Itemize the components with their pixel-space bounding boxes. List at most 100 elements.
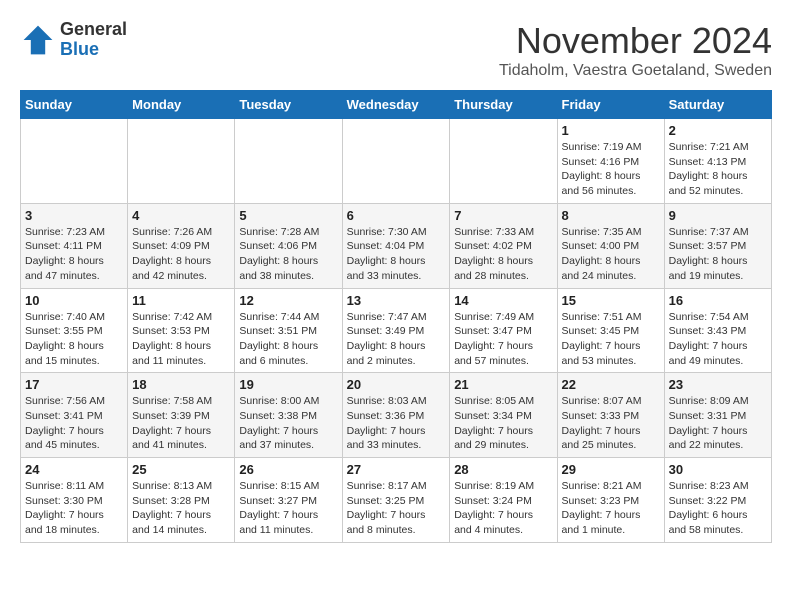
table-row: 13 Sunrise: 7:47 AMSunset: 3:49 PMDaylig… bbox=[342, 288, 450, 373]
header-monday: Monday bbox=[128, 91, 235, 119]
header-friday: Friday bbox=[557, 91, 664, 119]
day-info: Sunrise: 7:51 AMSunset: 3:45 PMDaylight:… bbox=[562, 310, 660, 369]
location-title: Tidaholm, Vaestra Goetaland, Sweden bbox=[499, 62, 772, 80]
table-row bbox=[21, 119, 128, 204]
header-sunday: Sunday bbox=[21, 91, 128, 119]
day-number: 15 bbox=[562, 293, 660, 308]
day-number: 20 bbox=[347, 377, 446, 392]
title-section: November 2024 Tidaholm, Vaestra Goetalan… bbox=[499, 20, 772, 80]
header-wednesday: Wednesday bbox=[342, 91, 450, 119]
day-number: 29 bbox=[562, 462, 660, 477]
logo-text: General Blue bbox=[60, 20, 127, 60]
day-number: 11 bbox=[132, 293, 230, 308]
day-number: 4 bbox=[132, 208, 230, 223]
table-row: 9 Sunrise: 7:37 AMSunset: 3:57 PMDayligh… bbox=[664, 203, 771, 288]
day-info: Sunrise: 7:33 AMSunset: 4:02 PMDaylight:… bbox=[454, 225, 552, 284]
day-info: Sunrise: 7:40 AMSunset: 3:55 PMDaylight:… bbox=[25, 310, 123, 369]
table-row: 28 Sunrise: 8:19 AMSunset: 3:24 PMDaylig… bbox=[450, 458, 557, 543]
table-row: 7 Sunrise: 7:33 AMSunset: 4:02 PMDayligh… bbox=[450, 203, 557, 288]
day-info: Sunrise: 8:13 AMSunset: 3:28 PMDaylight:… bbox=[132, 479, 230, 538]
table-row: 24 Sunrise: 8:11 AMSunset: 3:30 PMDaylig… bbox=[21, 458, 128, 543]
day-number: 22 bbox=[562, 377, 660, 392]
day-number: 1 bbox=[562, 123, 660, 138]
logo-general: General bbox=[60, 20, 127, 40]
logo-blue: Blue bbox=[60, 40, 127, 60]
day-info: Sunrise: 7:19 AMSunset: 4:16 PMDaylight:… bbox=[562, 140, 660, 199]
day-number: 7 bbox=[454, 208, 552, 223]
day-info: Sunrise: 8:07 AMSunset: 3:33 PMDaylight:… bbox=[562, 394, 660, 453]
day-info: Sunrise: 7:26 AMSunset: 4:09 PMDaylight:… bbox=[132, 225, 230, 284]
table-row bbox=[235, 119, 342, 204]
day-info: Sunrise: 7:23 AMSunset: 4:11 PMDaylight:… bbox=[25, 225, 123, 284]
day-info: Sunrise: 8:15 AMSunset: 3:27 PMDaylight:… bbox=[239, 479, 337, 538]
day-info: Sunrise: 7:42 AMSunset: 3:53 PMDaylight:… bbox=[132, 310, 230, 369]
table-row: 10 Sunrise: 7:40 AMSunset: 3:55 PMDaylig… bbox=[21, 288, 128, 373]
table-row: 17 Sunrise: 7:56 AMSunset: 3:41 PMDaylig… bbox=[21, 373, 128, 458]
week-row-4: 17 Sunrise: 7:56 AMSunset: 3:41 PMDaylig… bbox=[21, 373, 772, 458]
day-number: 19 bbox=[239, 377, 337, 392]
table-row: 19 Sunrise: 8:00 AMSunset: 3:38 PMDaylig… bbox=[235, 373, 342, 458]
table-row: 23 Sunrise: 8:09 AMSunset: 3:31 PMDaylig… bbox=[664, 373, 771, 458]
table-row: 18 Sunrise: 7:58 AMSunset: 3:39 PMDaylig… bbox=[128, 373, 235, 458]
day-info: Sunrise: 8:05 AMSunset: 3:34 PMDaylight:… bbox=[454, 394, 552, 453]
day-number: 6 bbox=[347, 208, 446, 223]
table-row: 29 Sunrise: 8:21 AMSunset: 3:23 PMDaylig… bbox=[557, 458, 664, 543]
header-tuesday: Tuesday bbox=[235, 91, 342, 119]
day-info: Sunrise: 7:30 AMSunset: 4:04 PMDaylight:… bbox=[347, 225, 446, 284]
day-number: 14 bbox=[454, 293, 552, 308]
table-row: 3 Sunrise: 7:23 AMSunset: 4:11 PMDayligh… bbox=[21, 203, 128, 288]
calendar-table: Sunday Monday Tuesday Wednesday Thursday… bbox=[20, 90, 772, 543]
table-row: 20 Sunrise: 8:03 AMSunset: 3:36 PMDaylig… bbox=[342, 373, 450, 458]
header-saturday: Saturday bbox=[664, 91, 771, 119]
day-info: Sunrise: 7:49 AMSunset: 3:47 PMDaylight:… bbox=[454, 310, 552, 369]
day-info: Sunrise: 7:47 AMSunset: 3:49 PMDaylight:… bbox=[347, 310, 446, 369]
week-row-5: 24 Sunrise: 8:11 AMSunset: 3:30 PMDaylig… bbox=[21, 458, 772, 543]
day-number: 16 bbox=[669, 293, 767, 308]
day-info: Sunrise: 8:19 AMSunset: 3:24 PMDaylight:… bbox=[454, 479, 552, 538]
day-info: Sunrise: 7:35 AMSunset: 4:00 PMDaylight:… bbox=[562, 225, 660, 284]
day-number: 8 bbox=[562, 208, 660, 223]
day-number: 21 bbox=[454, 377, 552, 392]
day-number: 5 bbox=[239, 208, 337, 223]
day-number: 28 bbox=[454, 462, 552, 477]
table-row: 4 Sunrise: 7:26 AMSunset: 4:09 PMDayligh… bbox=[128, 203, 235, 288]
day-number: 30 bbox=[669, 462, 767, 477]
day-info: Sunrise: 8:17 AMSunset: 3:25 PMDaylight:… bbox=[347, 479, 446, 538]
day-info: Sunrise: 8:11 AMSunset: 3:30 PMDaylight:… bbox=[25, 479, 123, 538]
table-row: 15 Sunrise: 7:51 AMSunset: 3:45 PMDaylig… bbox=[557, 288, 664, 373]
table-row: 6 Sunrise: 7:30 AMSunset: 4:04 PMDayligh… bbox=[342, 203, 450, 288]
day-number: 18 bbox=[132, 377, 230, 392]
day-number: 2 bbox=[669, 123, 767, 138]
day-info: Sunrise: 7:21 AMSunset: 4:13 PMDaylight:… bbox=[669, 140, 767, 199]
week-row-3: 10 Sunrise: 7:40 AMSunset: 3:55 PMDaylig… bbox=[21, 288, 772, 373]
day-info: Sunrise: 7:56 AMSunset: 3:41 PMDaylight:… bbox=[25, 394, 123, 453]
month-title: November 2024 bbox=[499, 20, 772, 62]
table-row: 27 Sunrise: 8:17 AMSunset: 3:25 PMDaylig… bbox=[342, 458, 450, 543]
table-row: 12 Sunrise: 7:44 AMSunset: 3:51 PMDaylig… bbox=[235, 288, 342, 373]
table-row: 5 Sunrise: 7:28 AMSunset: 4:06 PMDayligh… bbox=[235, 203, 342, 288]
table-row: 21 Sunrise: 8:05 AMSunset: 3:34 PMDaylig… bbox=[450, 373, 557, 458]
table-row: 26 Sunrise: 8:15 AMSunset: 3:27 PMDaylig… bbox=[235, 458, 342, 543]
day-info: Sunrise: 8:09 AMSunset: 3:31 PMDaylight:… bbox=[669, 394, 767, 453]
table-row: 22 Sunrise: 8:07 AMSunset: 3:33 PMDaylig… bbox=[557, 373, 664, 458]
day-info: Sunrise: 7:54 AMSunset: 3:43 PMDaylight:… bbox=[669, 310, 767, 369]
day-info: Sunrise: 7:44 AMSunset: 3:51 PMDaylight:… bbox=[239, 310, 337, 369]
table-row: 14 Sunrise: 7:49 AMSunset: 3:47 PMDaylig… bbox=[450, 288, 557, 373]
table-row: 16 Sunrise: 7:54 AMSunset: 3:43 PMDaylig… bbox=[664, 288, 771, 373]
day-number: 17 bbox=[25, 377, 123, 392]
day-info: Sunrise: 8:21 AMSunset: 3:23 PMDaylight:… bbox=[562, 479, 660, 538]
day-info: Sunrise: 8:00 AMSunset: 3:38 PMDaylight:… bbox=[239, 394, 337, 453]
day-number: 27 bbox=[347, 462, 446, 477]
day-number: 24 bbox=[25, 462, 123, 477]
day-number: 3 bbox=[25, 208, 123, 223]
logo-icon bbox=[20, 22, 56, 58]
table-row: 8 Sunrise: 7:35 AMSunset: 4:00 PMDayligh… bbox=[557, 203, 664, 288]
week-row-2: 3 Sunrise: 7:23 AMSunset: 4:11 PMDayligh… bbox=[21, 203, 772, 288]
header-thursday: Thursday bbox=[450, 91, 557, 119]
day-info: Sunrise: 7:58 AMSunset: 3:39 PMDaylight:… bbox=[132, 394, 230, 453]
table-row: 2 Sunrise: 7:21 AMSunset: 4:13 PMDayligh… bbox=[664, 119, 771, 204]
day-info: Sunrise: 7:37 AMSunset: 3:57 PMDaylight:… bbox=[669, 225, 767, 284]
day-info: Sunrise: 7:28 AMSunset: 4:06 PMDaylight:… bbox=[239, 225, 337, 284]
day-number: 13 bbox=[347, 293, 446, 308]
day-number: 25 bbox=[132, 462, 230, 477]
